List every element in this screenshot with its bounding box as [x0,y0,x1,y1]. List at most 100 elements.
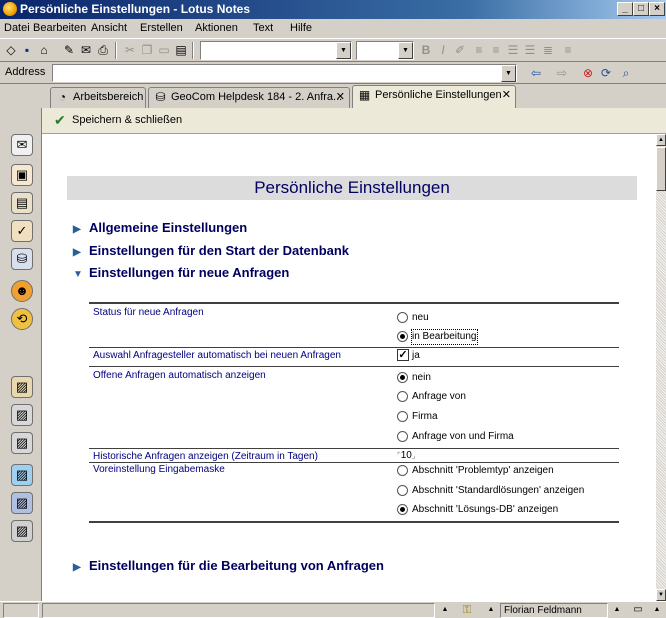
maximize-button[interactable]: □ [633,2,649,16]
edit-icon[interactable]: ✎ [61,42,77,58]
todo-bookmark-icon[interactable]: ✓ [11,220,33,242]
section-title: Allgemeine Einstellungen [89,220,248,235]
menu-bearbeiten[interactable]: Bearbeiten [33,19,86,38]
forward-icon[interactable]: ⇨ [554,65,570,81]
chevron-down-icon[interactable]: ▼ [336,42,351,59]
radio-button[interactable] [397,465,408,476]
section-startup[interactable]: ▶ Einstellungen für den Start der Datenba… [73,243,349,258]
align-left-icon[interactable]: ≡ [471,42,487,58]
mail-bookmark-icon[interactable]: ✉ [11,134,33,156]
bold-icon[interactable]: B [418,42,434,58]
option-label: ja [412,350,420,361]
address-book-icon[interactable]: ▤ [11,192,33,214]
paste-icon[interactable]: ▭ [156,42,172,58]
chevron-up-icon[interactable]: ▲ [438,603,452,618]
italic-icon[interactable]: I [435,42,451,58]
bookmark-folder-icon[interactable]: ▨ [11,492,33,514]
cut-icon[interactable]: ✂ [122,42,138,58]
tab-personal-settings[interactable]: ▦ Persönliche Einstellungen ✕ [352,85,516,108]
status-message[interactable] [42,603,435,618]
open-requests-label: Offene Anfragen automatisch anzeigen [93,370,266,381]
paste-special-icon[interactable]: ▤ [173,42,189,58]
vertical-scrollbar[interactable]: ▲ ▼ [656,134,666,601]
radio-button[interactable] [397,485,408,496]
tab-workspace[interactable]: ◔ Arbeitsbereich [50,87,146,108]
open-folder-icon[interactable]: ⌂ [36,42,52,58]
bookmark-folder-icon[interactable]: ▨ [11,464,33,486]
current-user[interactable]: Florian Feldmann [500,603,608,618]
navigator-icon[interactable]: ◇ [3,42,19,58]
print-icon[interactable]: ⎙ [95,42,111,58]
align-center-icon[interactable]: ≡ [488,42,504,58]
search-icon[interactable]: ⌕ [618,65,634,81]
menu-text[interactable]: Text [253,19,273,38]
checkbox[interactable]: ✓ [397,349,409,361]
radio-button[interactable] [397,372,408,383]
copy-icon[interactable]: ❐ [139,42,155,58]
paragraph-icon[interactable]: ≡ [560,42,576,58]
document-area: Persönliche Einstellungen ▶ Allgemeine Ei… [42,134,656,601]
menu-ansicht[interactable]: Ansicht [91,19,127,38]
chevron-up-icon[interactable]: ▲ [650,603,664,618]
menu-erstellen[interactable]: Erstellen [140,19,183,38]
history-days-value[interactable]: 10 [401,450,412,461]
close-icon[interactable]: ✕ [502,86,511,105]
replicator-bookmark-icon[interactable]: ⟲ [11,308,33,330]
stop-icon[interactable]: ⊗ [580,65,596,81]
tab-helpdesk[interactable]: ⛁ GeoCom Helpdesk 184 - 2. Anfra... ✕ [148,87,350,108]
save-close-button[interactable]: Speichern & schließen [72,114,182,126]
scroll-down-icon[interactable]: ▼ [656,589,666,601]
auto-requester-label: Auswahl Anfragesteller automatisch bei n… [93,350,341,361]
indent-icon[interactable]: ≣ [540,42,556,58]
radio-button[interactable] [397,411,408,422]
calendar-bookmark-icon[interactable]: ▣ [11,164,33,186]
numbered-list-icon[interactable]: ☰ [522,42,538,58]
key-icon[interactable]: ⚿ [453,603,481,618]
section-general[interactable]: ▶ Allgemeine Einstellungen [73,220,247,235]
databases-bookmark-icon[interactable]: ⛁ [11,248,33,270]
refresh-icon[interactable]: ⟳ [598,65,614,81]
chevron-down-icon[interactable]: ▼ [398,42,413,59]
radio-button[interactable] [397,431,408,442]
bullet-list-icon[interactable]: ☰ [505,42,521,58]
inbox-icon[interactable]: ▭ [628,603,648,618]
radio-button[interactable] [397,504,408,515]
section-title: Einstellungen für den Start der Datenban… [89,243,350,258]
bookmark-folder-icon[interactable]: ▨ [11,520,33,542]
expand-arrow-icon: ▶ [73,562,81,573]
table-rule [89,448,619,449]
radio-button[interactable] [397,331,408,342]
scroll-thumb[interactable] [656,147,666,191]
radio-button[interactable] [397,391,408,402]
scroll-up-icon[interactable]: ▲ [656,134,666,146]
option-label: Abschnitt 'Problemtyp' anzeigen [412,465,554,476]
menu-aktionen[interactable]: Aktionen [195,19,238,38]
mail-icon[interactable]: ✉ [78,42,94,58]
radio-button[interactable] [397,312,408,323]
highlight-icon[interactable]: ✐ [452,42,468,58]
style-combo[interactable]: ▼ [200,41,352,60]
section-new-requests[interactable]: ▼ Einstellungen für neue Anfragen [73,265,289,280]
menu-hilfe[interactable]: Hilfe [290,19,312,38]
close-icon[interactable]: ✕ [336,88,345,107]
favorites-bookmark-icon[interactable]: ☻ [11,280,33,302]
menu-bar: Datei Bearbeiten Ansicht Erstellen Aktio… [0,19,666,38]
chevron-down-icon[interactable]: ▼ [501,65,516,82]
save-icon[interactable]: ▪ [19,42,35,58]
font-combo[interactable]: ▼ [356,41,414,60]
history-days-field[interactable]: ⌜10⌟ [397,450,416,461]
bookmark-folder-icon[interactable]: ▨ [11,404,33,426]
section-editing[interactable]: ▶ Einstellungen für die Bearbeitung von A… [73,558,384,573]
chevron-up-icon[interactable]: ▲ [484,603,498,618]
bookmark-folder-icon[interactable]: ▨ [11,432,33,454]
minimize-button[interactable]: _ [617,2,633,16]
chevron-up-icon[interactable]: ▲ [610,603,624,618]
address-input[interactable]: ▼ [52,64,517,82]
menu-datei[interactable]: Datei [4,19,30,38]
option-label: Abschnitt 'Lösungs-DB' anzeigen [412,504,559,515]
status-indicator[interactable] [3,603,39,618]
back-icon[interactable]: ⇦ [528,65,544,81]
close-button[interactable]: × [649,2,665,16]
bookmark-folder-icon[interactable]: ▨ [11,376,33,398]
mask-label: Voreinstellung Eingabemaske [93,464,225,475]
